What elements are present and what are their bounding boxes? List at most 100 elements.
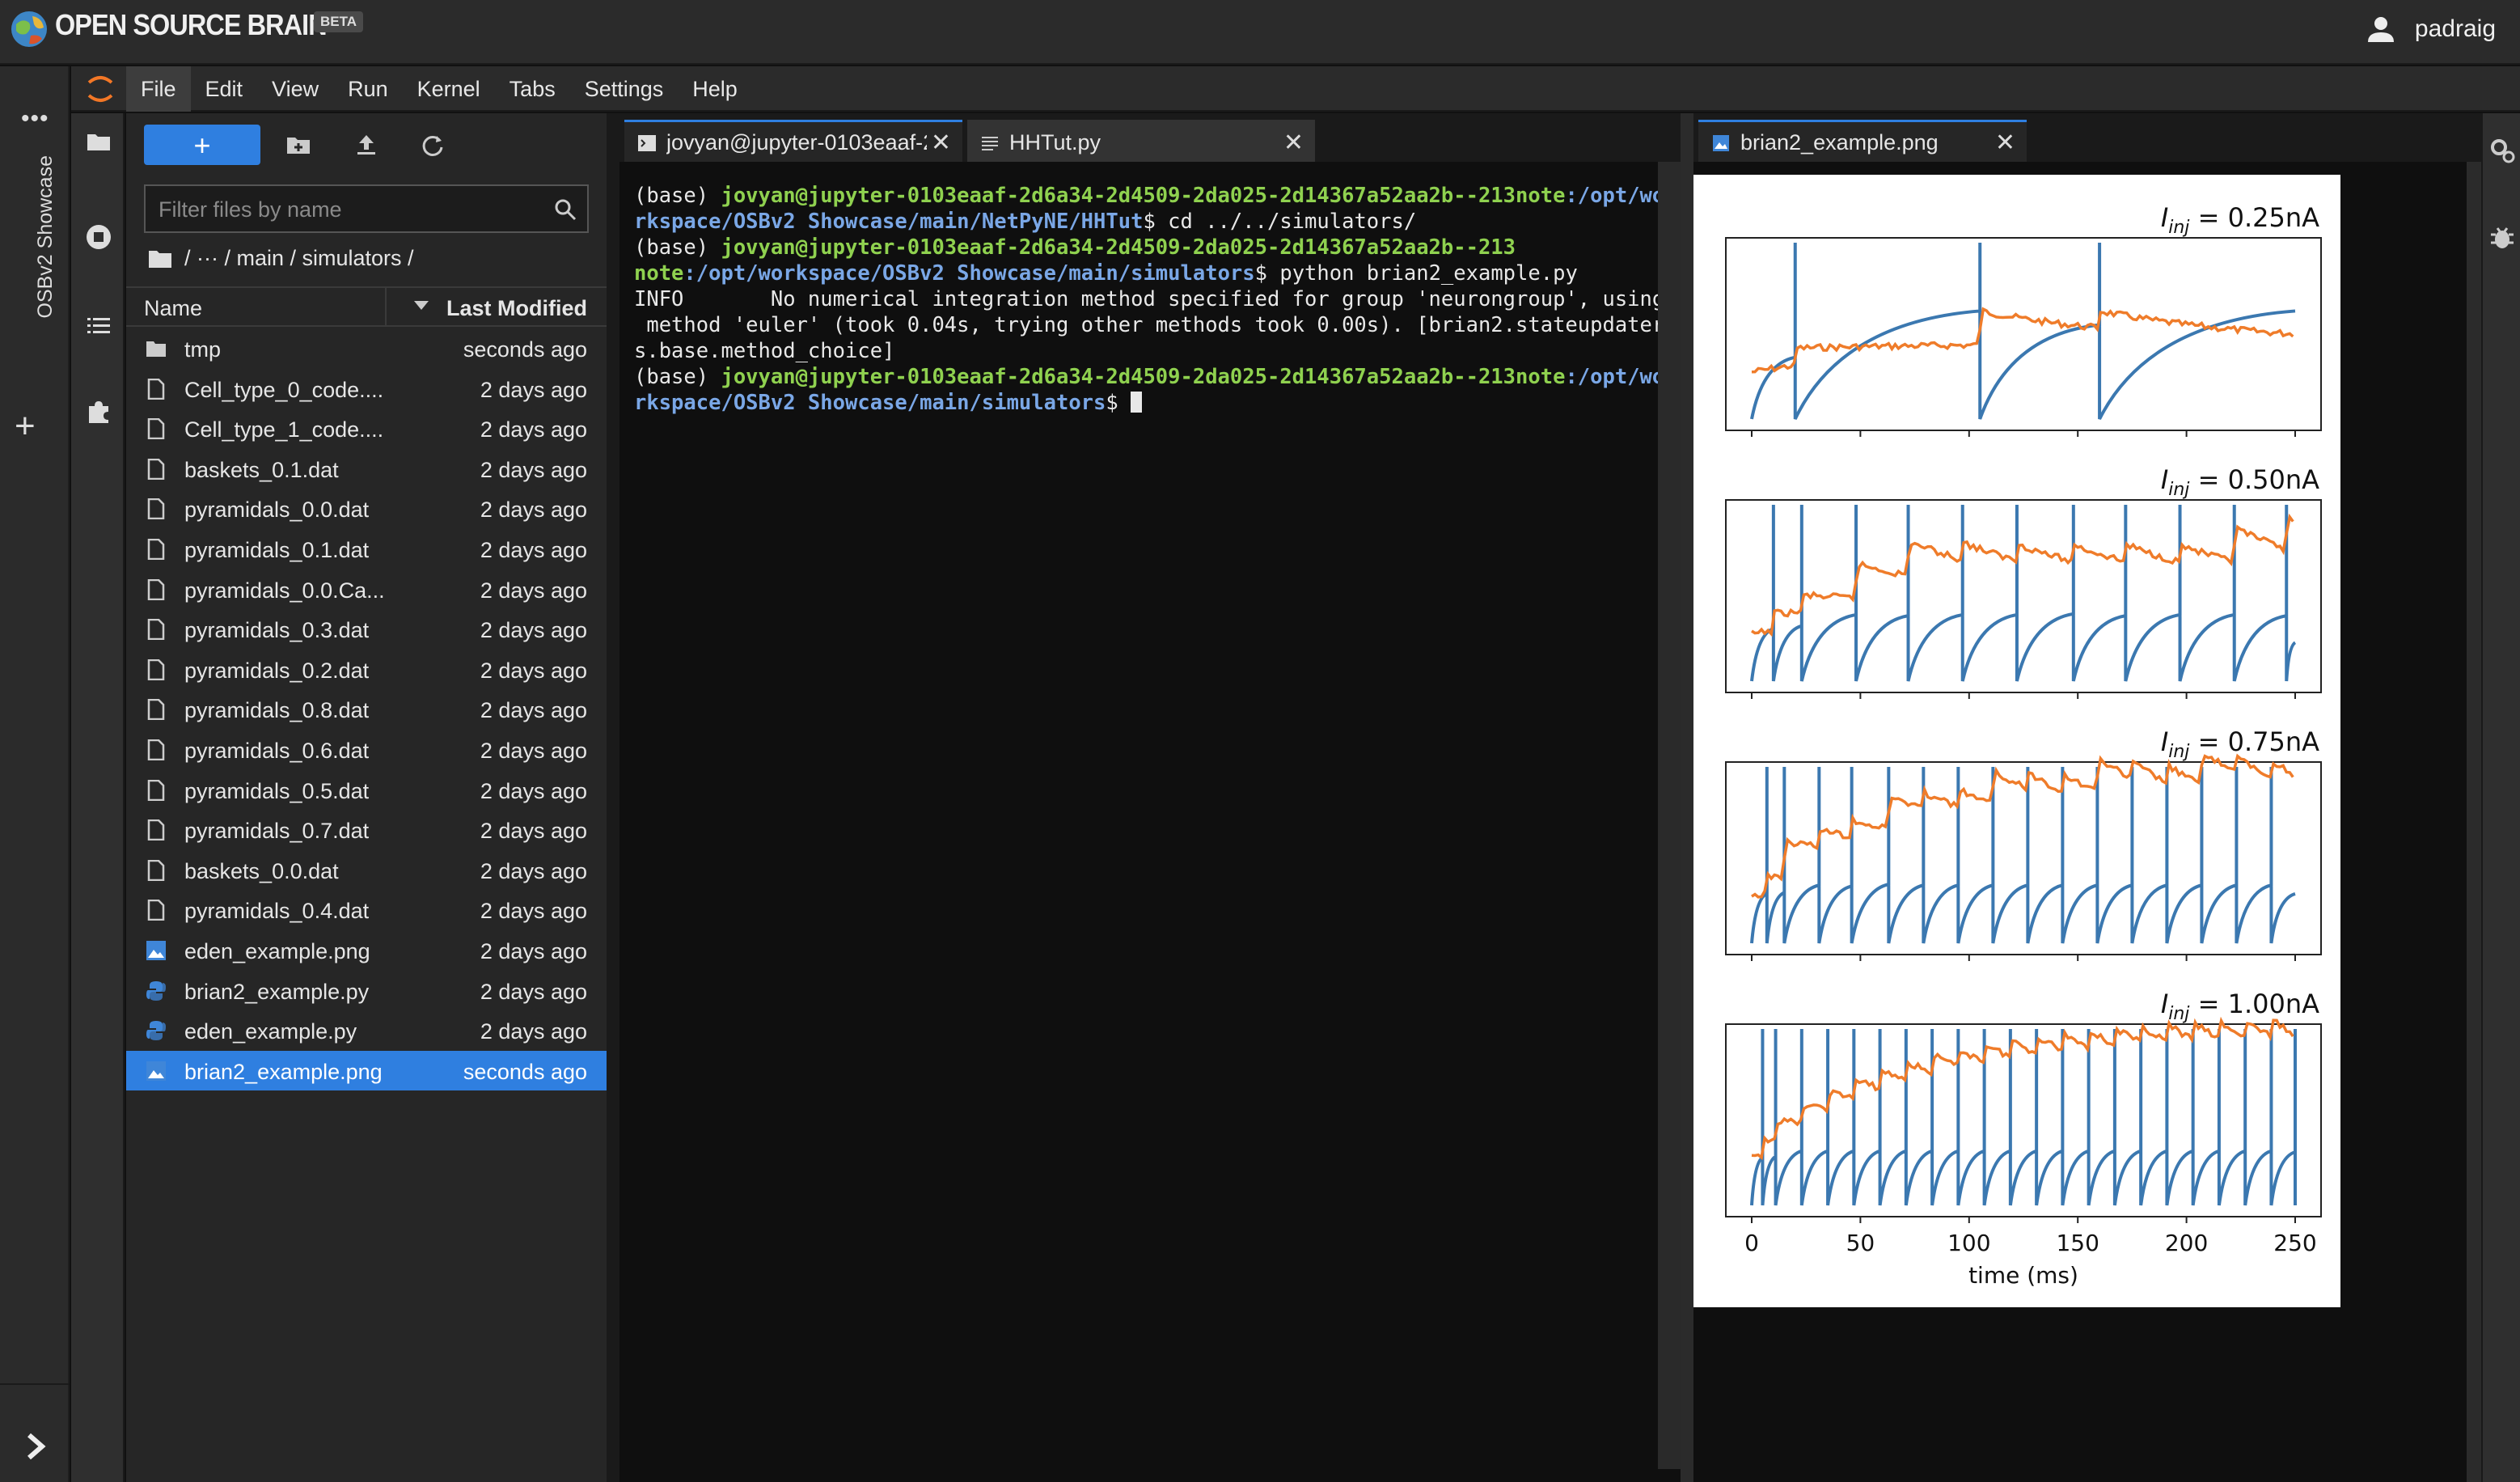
current-value: 0.75nA: [2228, 726, 2320, 757]
menu-kernel[interactable]: Kernel: [403, 66, 495, 112]
file-row[interactable]: pyramidals_0.6.dat 2 days ago: [126, 730, 607, 770]
terminal-path: rkspace/OSBv2 Showcase/main/simulators: [634, 391, 1106, 415]
terminal-output[interactable]: (base) jovyan@jupyter-0103eaaf-2d6a34-2d…: [634, 183, 1664, 416]
tab-hhtut[interactable]: HHTut.py ✕: [967, 120, 1315, 162]
file-row[interactable]: Cell_type_0_code.... 2 days ago: [126, 369, 607, 409]
close-icon[interactable]: ✕: [931, 129, 951, 157]
running-icon[interactable]: [85, 223, 112, 251]
image-viewer[interactable]: Iinj = 0.25nA Iinj = 0.50nA Iinj = 0.75nA I…: [1693, 162, 2467, 1482]
breadcrumb-path[interactable]: / ··· / main / simulators /: [184, 246, 414, 271]
x-tick-label: 100: [1947, 1230, 1990, 1256]
file-modified: 2 days ago: [480, 938, 587, 963]
file-modified: 2 days ago: [480, 457, 587, 482]
file-name: pyramidals_0.4.dat: [184, 899, 370, 924]
property-inspector-icon[interactable]: [2488, 136, 2517, 165]
file-row[interactable]: brian2_example.py 2 days ago: [126, 971, 607, 1011]
viewer-scrollbar[interactable]: [2467, 162, 2481, 1482]
username: padraig: [2414, 15, 2496, 42]
file-row[interactable]: baskets_0.1.dat 2 days ago: [126, 449, 607, 489]
menu-file[interactable]: File: [126, 66, 191, 112]
workspace-label[interactable]: OSBv2 Showcase: [34, 155, 57, 341]
file-row[interactable]: tmp seconds ago: [126, 328, 607, 369]
add-icon[interactable]: +: [15, 406, 36, 447]
terminal-info: s.base.method_choice]: [634, 339, 895, 363]
file-name: baskets_0.0.dat: [184, 858, 339, 883]
file-row[interactable]: pyramidals_0.1.dat 2 days ago: [126, 529, 607, 570]
new-launcher-label: +: [193, 129, 211, 162]
folder-icon[interactable]: [85, 128, 112, 155]
new-folder-icon[interactable]: [285, 131, 312, 159]
terminal-panel[interactable]: (base) jovyan@jupyter-0103eaaf-2d6a34-2d…: [619, 162, 1681, 1482]
debugger-icon[interactable]: [2488, 223, 2517, 252]
menu-tabs[interactable]: Tabs: [495, 66, 570, 112]
toc-icon[interactable]: [85, 312, 112, 340]
file-row[interactable]: pyramidals_0.3.dat 2 days ago: [126, 609, 607, 650]
brand-title[interactable]: OPEN SOURCE BRAIN: [55, 8, 328, 42]
osb-logo-icon[interactable]: [8, 6, 50, 49]
file-name: pyramidals_0.0.Ca...: [184, 578, 385, 603]
file-row[interactable]: eden_example.png 2 days ago: [126, 930, 607, 971]
close-icon[interactable]: ✕: [1995, 129, 2015, 157]
activity-bar: [71, 113, 125, 1482]
axes-frame: [1725, 237, 2322, 431]
menu-edit[interactable]: Edit: [191, 66, 258, 112]
tab-terminal-label: jovyan@jupyter-0103eaaf-2: [666, 130, 927, 155]
panel-splitter[interactable]: [1681, 113, 1693, 1482]
image-tab-bar: brian2_example.png ✕: [1693, 113, 2481, 162]
new-launcher-button[interactable]: +: [144, 125, 260, 165]
folder-icon[interactable]: [147, 248, 173, 269]
secondary-trace: [1751, 1016, 2294, 1161]
file-name: Cell_type_0_code....: [184, 377, 384, 402]
file-row[interactable]: pyramidals_0.5.dat 2 days ago: [126, 770, 607, 811]
file-icon: [147, 378, 165, 400]
file-row[interactable]: eden_example.py 2 days ago: [126, 1010, 607, 1051]
terminal-scrollbar[interactable]: [1658, 162, 1681, 1469]
column-name[interactable]: Name: [144, 296, 202, 321]
breadcrumb[interactable]: / ··· / main / simulators /: [147, 246, 414, 271]
file-row[interactable]: pyramidals_0.4.dat 2 days ago: [126, 890, 607, 930]
more-icon[interactable]: •••: [21, 105, 49, 133]
upload-icon[interactable]: [353, 131, 380, 159]
close-icon[interactable]: ✕: [1283, 129, 1304, 157]
file-row[interactable]: baskets_0.0.dat 2 days ago: [126, 850, 607, 891]
file-row[interactable]: pyramidals_0.7.dat 2 days ago: [126, 810, 607, 850]
axes-frame: [1725, 761, 2322, 955]
file-browser: + Filter files by name / ··· / main / si…: [126, 113, 607, 1482]
equals-sign: =: [2189, 989, 2227, 1019]
file-icon: [147, 538, 165, 560]
menu-run[interactable]: Run: [333, 66, 403, 112]
panel-splitter[interactable]: [607, 113, 619, 1482]
file-row[interactable]: pyramidals_0.8.dat 2 days ago: [126, 689, 607, 730]
column-last-modified[interactable]: Last Modified: [446, 296, 587, 321]
file-icon: [147, 619, 165, 641]
column-divider[interactable]: [385, 288, 387, 327]
user-menu[interactable]: padraig: [2365, 13, 2496, 45]
file-row[interactable]: pyramidals_0.0.dat 2 days ago: [126, 489, 607, 529]
menu-settings[interactable]: Settings: [570, 66, 679, 112]
workspace-strip: ••• OSBv2 Showcase +: [0, 66, 70, 1482]
file-row[interactable]: pyramidals_0.2.dat 2 days ago: [126, 650, 607, 690]
file-row[interactable]: brian2_example.png seconds ago: [126, 1050, 607, 1091]
menu-view[interactable]: View: [257, 66, 333, 112]
menu-help[interactable]: Help: [678, 66, 752, 112]
file-row[interactable]: pyramidals_0.0.Ca... 2 days ago: [126, 570, 607, 610]
iinj-subscript: inj: [2168, 742, 2190, 762]
tab-image[interactable]: brian2_example.png ✕: [1698, 120, 2027, 162]
file-icon: [147, 739, 165, 760]
tab-terminal[interactable]: jovyan@jupyter-0103eaaf-2 ✕: [624, 120, 962, 162]
x-tick-label: 150: [2056, 1230, 2099, 1256]
chevron-right-icon[interactable]: [21, 1432, 50, 1461]
file-filter-input[interactable]: Filter files by name: [144, 184, 589, 233]
iinj-subscript: inj: [2168, 480, 2190, 500]
tab-hhtut-label: HHTut.py: [1009, 130, 1101, 155]
file-row[interactable]: Cell_type_1_code.... 2 days ago: [126, 409, 607, 449]
terminal-prompt: $: [1106, 391, 1131, 415]
equals-sign: =: [2189, 726, 2227, 757]
extension-icon[interactable]: [85, 398, 112, 426]
search-icon: [555, 199, 577, 221]
terminal-path: rkspace/OSBv2 Showcase/main/NetPyNE/HHTu…: [634, 210, 1144, 234]
image-file-icon: [146, 1061, 166, 1081]
refresh-icon[interactable]: [419, 131, 446, 159]
file-modified: 2 days ago: [480, 618, 587, 643]
iinj-subscript: inj: [2168, 218, 2190, 238]
